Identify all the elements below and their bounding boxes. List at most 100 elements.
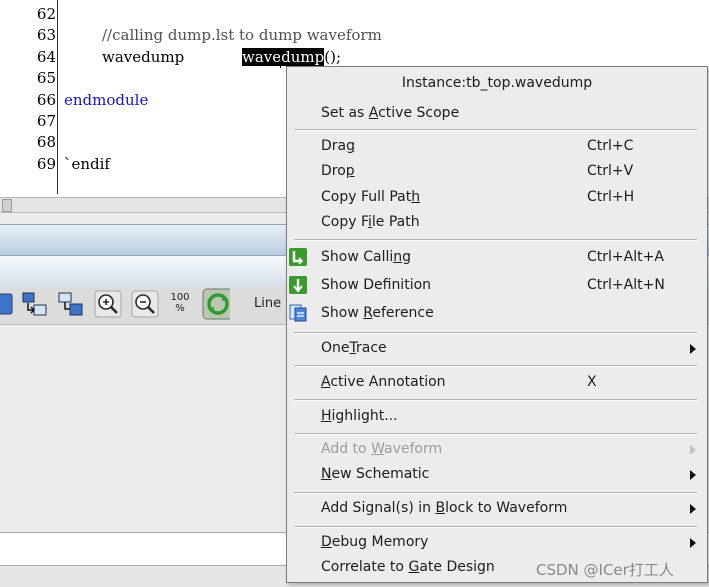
label-text: Show <box>321 305 364 321</box>
menu-item-add-to-waveform: Add to Waveform <box>287 438 707 462</box>
label-text: ew Schematic <box>331 466 430 482</box>
menu-item-active-annotation[interactable]: Active Annotation X <box>287 371 707 395</box>
menu-item-set-active-scope[interactable]: Set as Active Scope <box>287 102 707 126</box>
show-calling-icon <box>289 248 307 266</box>
menu-separator <box>294 399 697 401</box>
line-label: Line <box>254 296 282 311</box>
label-text: One <box>321 340 350 356</box>
hierarchy-down-icon[interactable] <box>57 290 85 318</box>
label-text: ebug Memory <box>331 534 429 550</box>
label-text: Dra <box>321 138 347 154</box>
line-number: 67 <box>36 112 56 130</box>
menu-item-drop[interactable]: Drop Ctrl+V <box>287 160 707 184</box>
submenu-arrow-icon <box>690 470 696 480</box>
instance-name-selected: dump <box>281 48 325 66</box>
mnemonic: B <box>435 500 446 516</box>
gutter-divider <box>57 0 58 194</box>
label-text: Add to <box>321 441 372 457</box>
menu-separator <box>294 365 697 367</box>
instance-parens: (); <box>324 48 341 66</box>
menu-item-label: Correlate to Gate Design <box>321 559 495 575</box>
label-text: Add Signal(s) in <box>321 500 436 516</box>
menu-separator <box>294 129 697 131</box>
line-number: 62 <box>36 5 56 23</box>
line-number: 64 <box>36 48 56 66</box>
menu-item-label: New Schematic <box>321 466 429 482</box>
line-number: 69 <box>36 155 56 173</box>
label-text: Correlate to <box>321 559 409 575</box>
menu-separator <box>294 433 697 435</box>
menu-item-copy-file-path[interactable]: Copy File Path <box>287 211 707 235</box>
label-text: ighlight... <box>331 408 398 424</box>
mnemonic: R <box>363 305 373 321</box>
label-text: eference <box>372 305 434 321</box>
shortcut-label: Ctrl+V <box>587 163 634 179</box>
menu-item-highlight[interactable]: Highlight... <box>287 405 707 429</box>
menu-item-label: Show Reference <box>321 305 434 321</box>
mnemonic: G <box>408 559 420 575</box>
menu-item-label: Copy File Path <box>321 214 420 230</box>
menu-item-label: Show Definition <box>321 277 431 293</box>
hierarchy-up-icon[interactable] <box>21 290 49 318</box>
menu-item-label: OneTrace <box>321 340 387 356</box>
instance-context-menu: Instance:tb_top.wavedump Set as Active S… <box>286 66 708 583</box>
menu-item-label: Drag <box>321 138 355 154</box>
mnemonic: A <box>321 374 331 390</box>
label-text: lock to Waveform <box>445 500 568 516</box>
mnemonic: h <box>411 189 421 205</box>
show-definition-icon <box>289 276 307 294</box>
submenu-arrow-icon <box>690 445 696 455</box>
zoom-100-percent-button[interactable]: 100 % <box>168 292 192 314</box>
label-text: Show Calli <box>321 249 394 265</box>
menu-item-onetrace[interactable]: OneTrace <box>287 337 707 361</box>
submenu-arrow-icon <box>690 504 696 514</box>
label-text: ate Design <box>419 559 495 575</box>
menu-separator <box>294 526 697 528</box>
code-instance-name[interactable]: wavedump(); <box>242 48 341 66</box>
label-text: g <box>402 249 412 265</box>
menu-separator <box>294 332 697 334</box>
label-text: nition <box>391 277 432 293</box>
menu-item-debug-memory[interactable]: Debug Memory <box>287 531 707 555</box>
line-number-gutter: 62 63 64 65 66 67 68 69 <box>0 0 57 196</box>
submenu-arrow-icon <box>690 344 696 354</box>
menu-title-instance: Instance:tb_top.wavedump <box>401 75 593 91</box>
shortcut-label: X <box>587 374 597 390</box>
menu-item-label: Copy Full Path <box>321 189 420 205</box>
menu-item-add-signals-in-block[interactable]: Add Signal(s) in Block to Waveform <box>287 497 707 521</box>
line-number: 63 <box>36 26 56 44</box>
menu-item-show-reference[interactable]: Show Reference <box>287 302 707 326</box>
menu-item-drag[interactable]: Drag Ctrl+C <box>287 135 707 159</box>
label-text: ctive Scope <box>378 105 460 121</box>
label-text: Show Def <box>321 277 392 293</box>
show-reference-icon <box>289 304 307 322</box>
menu-item-new-schematic[interactable]: New Schematic <box>287 463 707 487</box>
scrollbar-thumb[interactable] <box>2 199 12 212</box>
label-text: le Path <box>371 214 420 230</box>
code-directive-endif: `endif <box>64 155 110 173</box>
label-text: race <box>356 340 387 356</box>
zoom-in-icon[interactable] <box>94 290 122 318</box>
menu-item-show-definition[interactable]: Show Definition Ctrl+Alt+N <box>287 274 707 298</box>
shortcut-label: Ctrl+Alt+N <box>587 277 665 293</box>
mnemonic: n <box>393 249 403 265</box>
zoom-out-icon[interactable] <box>131 290 159 318</box>
mnemonic: H <box>321 408 332 424</box>
instance-name-part: wave <box>242 48 282 66</box>
menu-item-copy-full-path[interactable]: Copy Full Path Ctrl+H <box>287 186 707 210</box>
menu-item-show-calling[interactable]: Show Calling Ctrl+Alt+A <box>287 246 707 270</box>
refresh-icon[interactable] <box>202 288 230 320</box>
shortcut-label: Ctrl+Alt+A <box>587 249 664 265</box>
mnemonic: W <box>371 441 385 457</box>
label-text: ctive Annotation <box>330 374 446 390</box>
submenu-arrow-icon <box>690 538 696 548</box>
mnemonic: g <box>346 138 356 154</box>
toolbar-partial-button[interactable] <box>0 290 14 318</box>
line-number: 68 <box>36 133 56 151</box>
menu-item-label: Debug Memory <box>321 534 428 550</box>
label-text: Copy Full Pat <box>321 189 412 205</box>
menu-item-label: Set as Active Scope <box>321 105 459 121</box>
menu-separator <box>294 492 697 494</box>
menu-separator <box>294 239 697 241</box>
label-text: Set as <box>321 105 369 121</box>
